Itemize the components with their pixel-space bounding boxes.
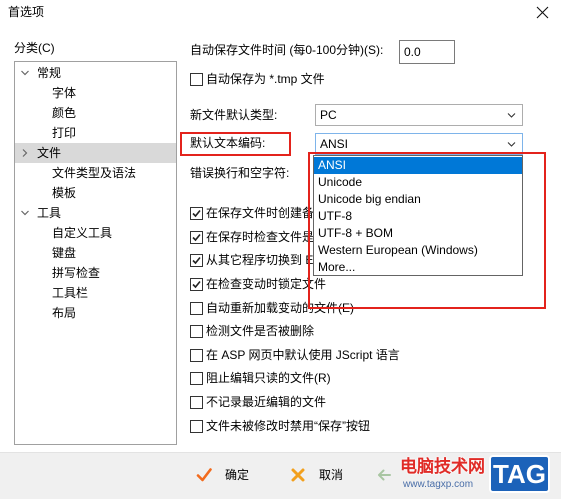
tree-item-template[interactable]: 模板 bbox=[15, 183, 176, 203]
watermark-url: www.tagxp.com bbox=[403, 479, 474, 490]
tree-item-label: 键盘 bbox=[52, 246, 77, 260]
checkbox[interactable] bbox=[190, 325, 203, 338]
checkbox-label: 自动保存为 *.tmp 文件 bbox=[206, 72, 325, 86]
annotation-box-encoding-list bbox=[308, 152, 546, 309]
watermark-site-name: 电脑技术网 bbox=[400, 457, 485, 476]
tree-item-colors[interactable]: 颜色 bbox=[15, 103, 176, 123]
watermark-badge: TAG bbox=[489, 455, 550, 493]
tree-item-label: 颜色 bbox=[52, 106, 77, 120]
category-label: 分类(C) bbox=[14, 41, 55, 55]
checkbox-label: 不记录最近编辑的文件 bbox=[206, 395, 327, 409]
tree-item-file-types-syntax[interactable]: 文件类型及语法 bbox=[15, 163, 176, 183]
chevron-down-icon[interactable] bbox=[20, 208, 30, 218]
checkmark-icon bbox=[192, 209, 201, 218]
close-icon[interactable] bbox=[536, 6, 549, 19]
tree-item-user-tools[interactable]: 自定义工具 bbox=[15, 223, 176, 243]
ok-button-label: 确定 bbox=[225, 468, 250, 482]
arrow-left-icon bbox=[378, 469, 391, 481]
chevron-down-icon[interactable] bbox=[507, 140, 516, 149]
checkbox[interactable] bbox=[190, 254, 203, 267]
checkbox[interactable] bbox=[190, 73, 203, 86]
checkbox[interactable] bbox=[190, 420, 203, 433]
new-file-type-dropdown[interactable]: PC bbox=[315, 104, 523, 126]
tree-item-file[interactable]: 文件 bbox=[15, 143, 176, 163]
window-title: 首选项 bbox=[8, 5, 45, 19]
checkbox-label: 在保存文件时创建备 bbox=[206, 206, 315, 220]
line-break-label: 错误换行和空字符: bbox=[190, 166, 290, 180]
checkbox[interactable] bbox=[190, 302, 203, 315]
tree-item-keyboard[interactable]: 键盘 bbox=[15, 243, 176, 263]
checkbox[interactable] bbox=[190, 349, 203, 362]
checkbox-label: 检测文件是否被删除 bbox=[206, 324, 315, 338]
autosave-interval-input[interactable] bbox=[399, 40, 455, 64]
checkbox[interactable] bbox=[190, 231, 203, 244]
chevron-down-icon[interactable] bbox=[20, 148, 30, 158]
ok-button[interactable]: 确定 bbox=[190, 461, 262, 489]
checkbox[interactable] bbox=[190, 396, 203, 409]
tree-item-label: 布局 bbox=[52, 306, 77, 320]
category-tree[interactable]: 常规 字体 颜色 打印 文件 文件类型及语法 模板 工具 自定义工具 键盘 拼写… bbox=[14, 61, 177, 445]
checkbox[interactable] bbox=[190, 207, 203, 220]
checkbox-label: 阻止编辑只读的文件(R) bbox=[206, 371, 331, 385]
tree-item-layout[interactable]: 布局 bbox=[15, 303, 176, 323]
cross-icon bbox=[291, 468, 305, 482]
cancel-button[interactable]: 取消 bbox=[284, 461, 356, 489]
tree-item-label: 字体 bbox=[52, 86, 77, 100]
checkbox[interactable] bbox=[190, 372, 203, 385]
dropdown-value: ANSI bbox=[320, 137, 349, 151]
dropdown-value: PC bbox=[320, 108, 337, 122]
autosave-interval-label: 自动保存文件时间 (每0-100分钟)(S): bbox=[190, 43, 384, 57]
tree-item-label: 文件 bbox=[37, 146, 62, 160]
checkbox-label: 文件未被修改时禁用“保存”按钮 bbox=[206, 419, 370, 433]
checkmark-icon bbox=[192, 280, 201, 289]
checkmark-icon bbox=[192, 233, 201, 242]
checkmark-icon bbox=[196, 468, 212, 482]
tree-item-label: 模板 bbox=[52, 186, 77, 200]
checkbox-label: 在 ASP 网页中默认使用 JScript 语言 bbox=[206, 348, 400, 362]
tree-item-spell-check[interactable]: 拼写检查 bbox=[15, 263, 176, 283]
title-bar: 首选项 bbox=[0, 0, 561, 30]
tree-item-toolbar[interactable]: 工具栏 bbox=[15, 283, 176, 303]
tree-item-label: 工具栏 bbox=[52, 286, 89, 300]
checkbox-label: 从其它程序切换到 E bbox=[206, 253, 314, 267]
checkmark-icon bbox=[192, 256, 201, 265]
chevron-down-icon[interactable] bbox=[20, 68, 30, 78]
tree-item-label: 打印 bbox=[52, 126, 77, 140]
tree-item-print[interactable]: 打印 bbox=[15, 123, 176, 143]
tree-item-label: 工具 bbox=[37, 206, 62, 220]
preferences-dialog: 首选项 分类(C) 常规 字体 颜色 打印 文件 文件类型及语法 模板 工具 自… bbox=[0, 0, 561, 499]
tree-item-general[interactable]: 常规 bbox=[15, 63, 176, 83]
annotation-box-encoding-label bbox=[180, 132, 291, 156]
tree-item-label: 拼写检查 bbox=[52, 266, 101, 280]
tree-item-label: 自定义工具 bbox=[52, 226, 113, 240]
chevron-down-icon[interactable] bbox=[507, 111, 516, 120]
new-file-type-label: 新文件默认类型: bbox=[190, 108, 278, 122]
tree-item-font[interactable]: 字体 bbox=[15, 83, 176, 103]
checkbox[interactable] bbox=[190, 278, 203, 291]
tree-item-tools[interactable]: 工具 bbox=[15, 203, 176, 223]
tree-item-label: 文件类型及语法 bbox=[52, 166, 137, 180]
checkbox-label: 在保存时检查文件是 bbox=[206, 230, 315, 244]
cancel-button-label: 取消 bbox=[319, 468, 344, 482]
tree-item-label: 常规 bbox=[37, 66, 62, 80]
